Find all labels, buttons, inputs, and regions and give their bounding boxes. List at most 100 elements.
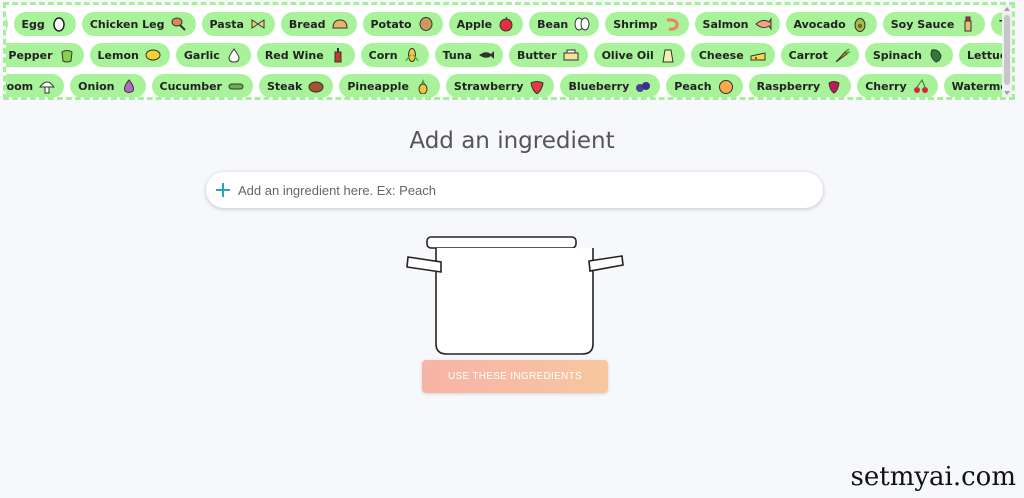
ingredient-chip[interactable]: Red Wine xyxy=(256,43,355,67)
chip-row: Mushroom Onion Cucumber Steak Pineapple Straw… xyxy=(3,74,1012,97)
ingredient-chip-label: Egg xyxy=(21,17,45,31)
ingredient-chip-label: Apple xyxy=(456,17,493,31)
ingredient-chip[interactable]: Cucumber xyxy=(151,74,253,97)
ingredient-chip-label: Tuna xyxy=(442,48,472,62)
plus-icon[interactable] xyxy=(216,183,230,197)
ingredient-chip-label: Garlic xyxy=(183,48,220,62)
page-heading: Add an ingredient xyxy=(409,128,615,154)
ingredient-chip[interactable]: Blueberry xyxy=(560,74,661,97)
ingredient-chip-label: Bread xyxy=(288,17,326,31)
bean-icon xyxy=(573,16,591,32)
ingredient-input[interactable] xyxy=(238,175,798,205)
spinach-icon xyxy=(927,47,945,63)
ingredient-chip[interactable]: Pasta xyxy=(201,12,275,36)
ingredient-chip[interactable]: Soy Sauce xyxy=(882,12,986,36)
ingredient-chip[interactable]: Bean xyxy=(529,12,600,36)
strawberry-icon xyxy=(528,78,546,94)
butter-icon xyxy=(562,47,580,63)
ingredient-chip-label: Butter xyxy=(516,48,557,62)
ingredient-chip[interactable]: Cheese xyxy=(690,43,775,67)
ingredient-chip-label: Cherry xyxy=(865,79,907,93)
ingredient-chip[interactable]: Peach xyxy=(666,74,743,97)
carrot-icon xyxy=(833,47,851,63)
ingredient-chip[interactable]: Shrimp xyxy=(605,12,689,36)
ingredient-chip-label: Salmon xyxy=(702,17,749,31)
ingredient-chip[interactable]: Pineapple xyxy=(339,74,440,97)
bell-pepper-icon xyxy=(58,47,76,63)
salmon-icon xyxy=(754,16,772,32)
ingredient-chip[interactable]: Egg xyxy=(13,12,76,36)
avocado-icon xyxy=(851,16,869,32)
scroll-up-arrow-icon[interactable] xyxy=(1004,7,1010,11)
pineapple-icon xyxy=(414,78,432,94)
ingredient-chip-label: Avocado xyxy=(793,17,846,31)
ingredient-chip[interactable]: Steak xyxy=(258,74,334,97)
mushroom-icon xyxy=(38,78,56,94)
ingredient-chip[interactable]: Lemon xyxy=(89,43,170,67)
ingredient-chip-label: Soy Sauce xyxy=(890,17,955,31)
ingredient-chip-label: Corn xyxy=(368,48,398,62)
blueberry-icon xyxy=(634,78,652,94)
ingredient-chip[interactable]: Bread xyxy=(280,12,357,36)
scroll-down-arrow-icon[interactable] xyxy=(1004,91,1010,95)
ingredient-chip[interactable]: Rice xyxy=(6,12,8,36)
pasta-icon xyxy=(249,16,267,32)
ingredient-chip[interactable]: Butter xyxy=(508,43,588,67)
ingredient-search-box[interactable] xyxy=(206,172,823,208)
ingredient-chip-label: Raspberry xyxy=(756,79,821,93)
ingredient-chip[interactable]: Cherry xyxy=(857,74,938,97)
watermark-text: setmyai.com xyxy=(850,462,1016,492)
peach-icon xyxy=(717,78,735,94)
ingredient-chip-label: Red Wine xyxy=(264,48,324,62)
ingredient-chip-label: Potato xyxy=(370,17,412,31)
chicken-leg-icon xyxy=(170,16,188,32)
ingredient-chip[interactable]: Olive Oil xyxy=(593,43,685,67)
steak-icon xyxy=(307,78,325,94)
raspberry-icon xyxy=(825,78,843,94)
ingredient-chip-label: Bell Pepper xyxy=(6,48,53,62)
use-these-ingredients-button[interactable]: USE THESE INGREDIENTS xyxy=(422,360,608,393)
ingredient-chip-label: Chicken Leg xyxy=(89,17,165,31)
potato-icon xyxy=(417,16,435,32)
ingredient-chip[interactable]: Apple xyxy=(448,12,524,36)
ingredient-chip[interactable]: Bell Pepper xyxy=(6,43,84,67)
ingredient-chip[interactable]: Tuna xyxy=(434,43,503,67)
apple-icon xyxy=(497,16,515,32)
garlic-icon xyxy=(225,47,243,63)
ingredient-chip-label: Cucumber xyxy=(159,79,222,93)
ingredient-chip-label: Olive Oil xyxy=(601,48,654,62)
ingredient-chip[interactable]: Onion xyxy=(70,74,146,97)
ingredient-chip[interactable]: Salmon xyxy=(694,12,780,36)
onion-icon xyxy=(120,78,138,94)
ingredient-chip[interactable]: Avocado xyxy=(785,12,877,36)
corn-icon xyxy=(403,47,421,63)
cooking-pot-icon xyxy=(404,234,626,363)
egg-icon xyxy=(50,16,68,32)
ingredient-chip-label: Cheese xyxy=(698,48,744,62)
ingredient-chip-label: Steak xyxy=(266,79,303,93)
ingredient-chip[interactable]: Spinach xyxy=(864,43,954,67)
ingredient-chip-label: Strawberry xyxy=(453,79,524,93)
bread-icon xyxy=(331,16,349,32)
ingredient-chip[interactable]: Corn xyxy=(360,43,429,67)
ingredient-chip-label: Peach xyxy=(674,79,712,93)
ingredient-chip[interactable]: Strawberry xyxy=(445,74,555,97)
ingredient-chip[interactable]: Mushroom xyxy=(3,74,65,97)
ingredient-chip[interactable]: Carrot xyxy=(780,43,859,67)
ingredient-chip-label: Mushroom xyxy=(3,79,34,93)
chip-row: Bell Pepper Lemon Garlic Red Wine Corn Tuna Bu… xyxy=(6,43,1012,67)
cheese-icon xyxy=(749,47,767,63)
ingredient-chip[interactable]: Potato xyxy=(362,12,443,36)
tuna-icon xyxy=(477,47,495,63)
ingredient-chip-panel: Rice Egg Chicken Leg Pasta Bread Potato Apple B… xyxy=(3,2,1015,100)
ingredient-chip-label: Shrimp xyxy=(613,17,658,31)
ingredient-chip[interactable]: Raspberry xyxy=(748,74,852,97)
ingredient-chip[interactable]: Garlic xyxy=(175,43,251,67)
scroll-thumb[interactable] xyxy=(1004,15,1010,85)
ingredient-chip-label: Carrot xyxy=(788,48,828,62)
soy-sauce-icon xyxy=(959,16,977,32)
chip-panel-scrollbar[interactable] xyxy=(1002,5,1012,97)
shrimp-icon xyxy=(663,16,681,32)
ingredient-chip-label: Pineapple xyxy=(347,79,409,93)
ingredient-chip[interactable]: Chicken Leg xyxy=(81,12,196,36)
